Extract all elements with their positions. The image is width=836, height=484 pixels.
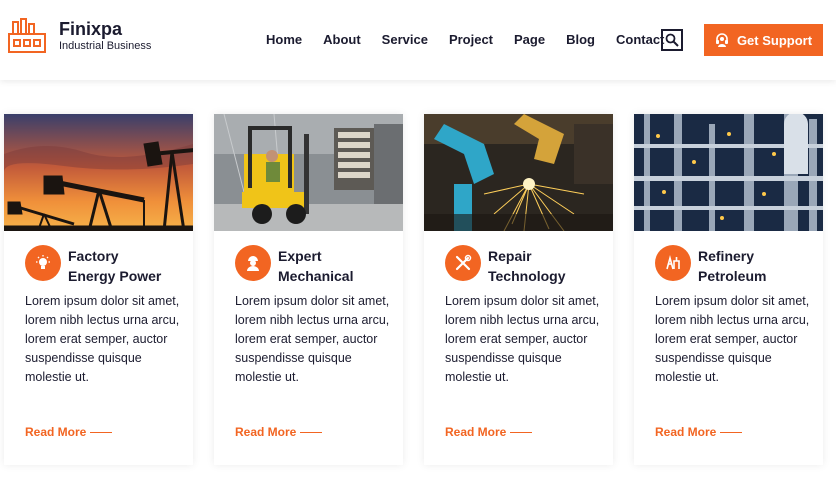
headset-icon <box>715 33 728 47</box>
card-title-line1: Factory <box>68 248 119 264</box>
card-icon-circle <box>655 245 691 281</box>
card-image-robot-welding <box>424 114 613 231</box>
site-header: Finixpa Industrial Business Home About S… <box>0 0 836 80</box>
card-icon-circle <box>235 245 271 281</box>
nav-contact[interactable]: Contact <box>616 32 664 47</box>
service-card[interactable]: Factory Energy Power Lorem ipsum dolor s… <box>4 114 193 465</box>
nav-project[interactable]: Project <box>449 32 493 47</box>
card-title: Expert Mechanical <box>278 246 353 286</box>
nav-service[interactable]: Service <box>382 32 428 47</box>
card-title: Refinery Petroleum <box>698 246 766 286</box>
read-more-link[interactable]: Read More <box>235 425 322 439</box>
read-more-link[interactable]: Read More <box>655 425 742 439</box>
nav-about[interactable]: About <box>323 32 361 47</box>
card-title-line2: Mechanical <box>278 268 354 284</box>
worker-icon <box>247 256 259 271</box>
card-image-refinery <box>634 114 823 231</box>
card-description: Lorem ipsum dolor sit amet, lorem nibh l… <box>235 294 390 384</box>
nav-blog[interactable]: Blog <box>566 32 595 47</box>
search-button[interactable] <box>661 29 683 51</box>
read-more-link[interactable]: Read More <box>445 425 532 439</box>
card-image-oil-pumpjack <box>4 114 193 231</box>
nav-home[interactable]: Home <box>266 32 302 47</box>
card-title-line1: Refinery <box>698 248 755 264</box>
refinery-icon <box>666 254 680 270</box>
card-icon-circle <box>25 245 61 281</box>
service-card[interactable]: Expert Mechanical Lorem ipsum dolor sit … <box>214 114 403 465</box>
tools-icon <box>455 254 472 271</box>
card-title-line2: Petroleum <box>698 268 767 284</box>
service-card[interactable]: Repair Technology Lorem ipsum dolor sit … <box>424 114 613 465</box>
card-title-line1: Expert <box>278 248 322 264</box>
card-image-forklift <box>214 114 403 231</box>
card-title-line2: Technology <box>488 268 566 284</box>
main-nav: Home About Service Project Page Blog Con… <box>266 32 664 47</box>
service-card[interactable]: Refinery Petroleum Lorem ipsum dolor sit… <box>634 114 823 465</box>
card-icon-circle <box>445 245 481 281</box>
brand-subtitle: Industrial Business <box>59 40 152 52</box>
card-title-line2: Energy Power <box>68 268 162 284</box>
brand-title: Finixpa <box>59 19 123 39</box>
read-more-link[interactable]: Read More <box>25 425 112 439</box>
card-title: Repair Technology <box>488 246 566 286</box>
card-title: Factory Energy Power <box>68 246 161 286</box>
card-description: Lorem ipsum dolor sit amet, lorem nibh l… <box>25 294 180 384</box>
card-description: Lorem ipsum dolor sit amet, lorem nibh l… <box>445 294 600 384</box>
card-title-line1: Repair <box>488 248 532 264</box>
card-description: Lorem ipsum dolor sit amet, lorem nibh l… <box>655 294 810 384</box>
get-support-button[interactable]: Get Support <box>704 24 823 56</box>
search-icon <box>665 33 679 47</box>
nav-page[interactable]: Page <box>514 32 545 47</box>
factory-icon <box>8 18 46 53</box>
lightbulb-icon <box>36 255 50 269</box>
get-support-label: Get Support <box>736 32 813 48</box>
logo[interactable]: Finixpa Industrial Business <box>7 16 151 56</box>
